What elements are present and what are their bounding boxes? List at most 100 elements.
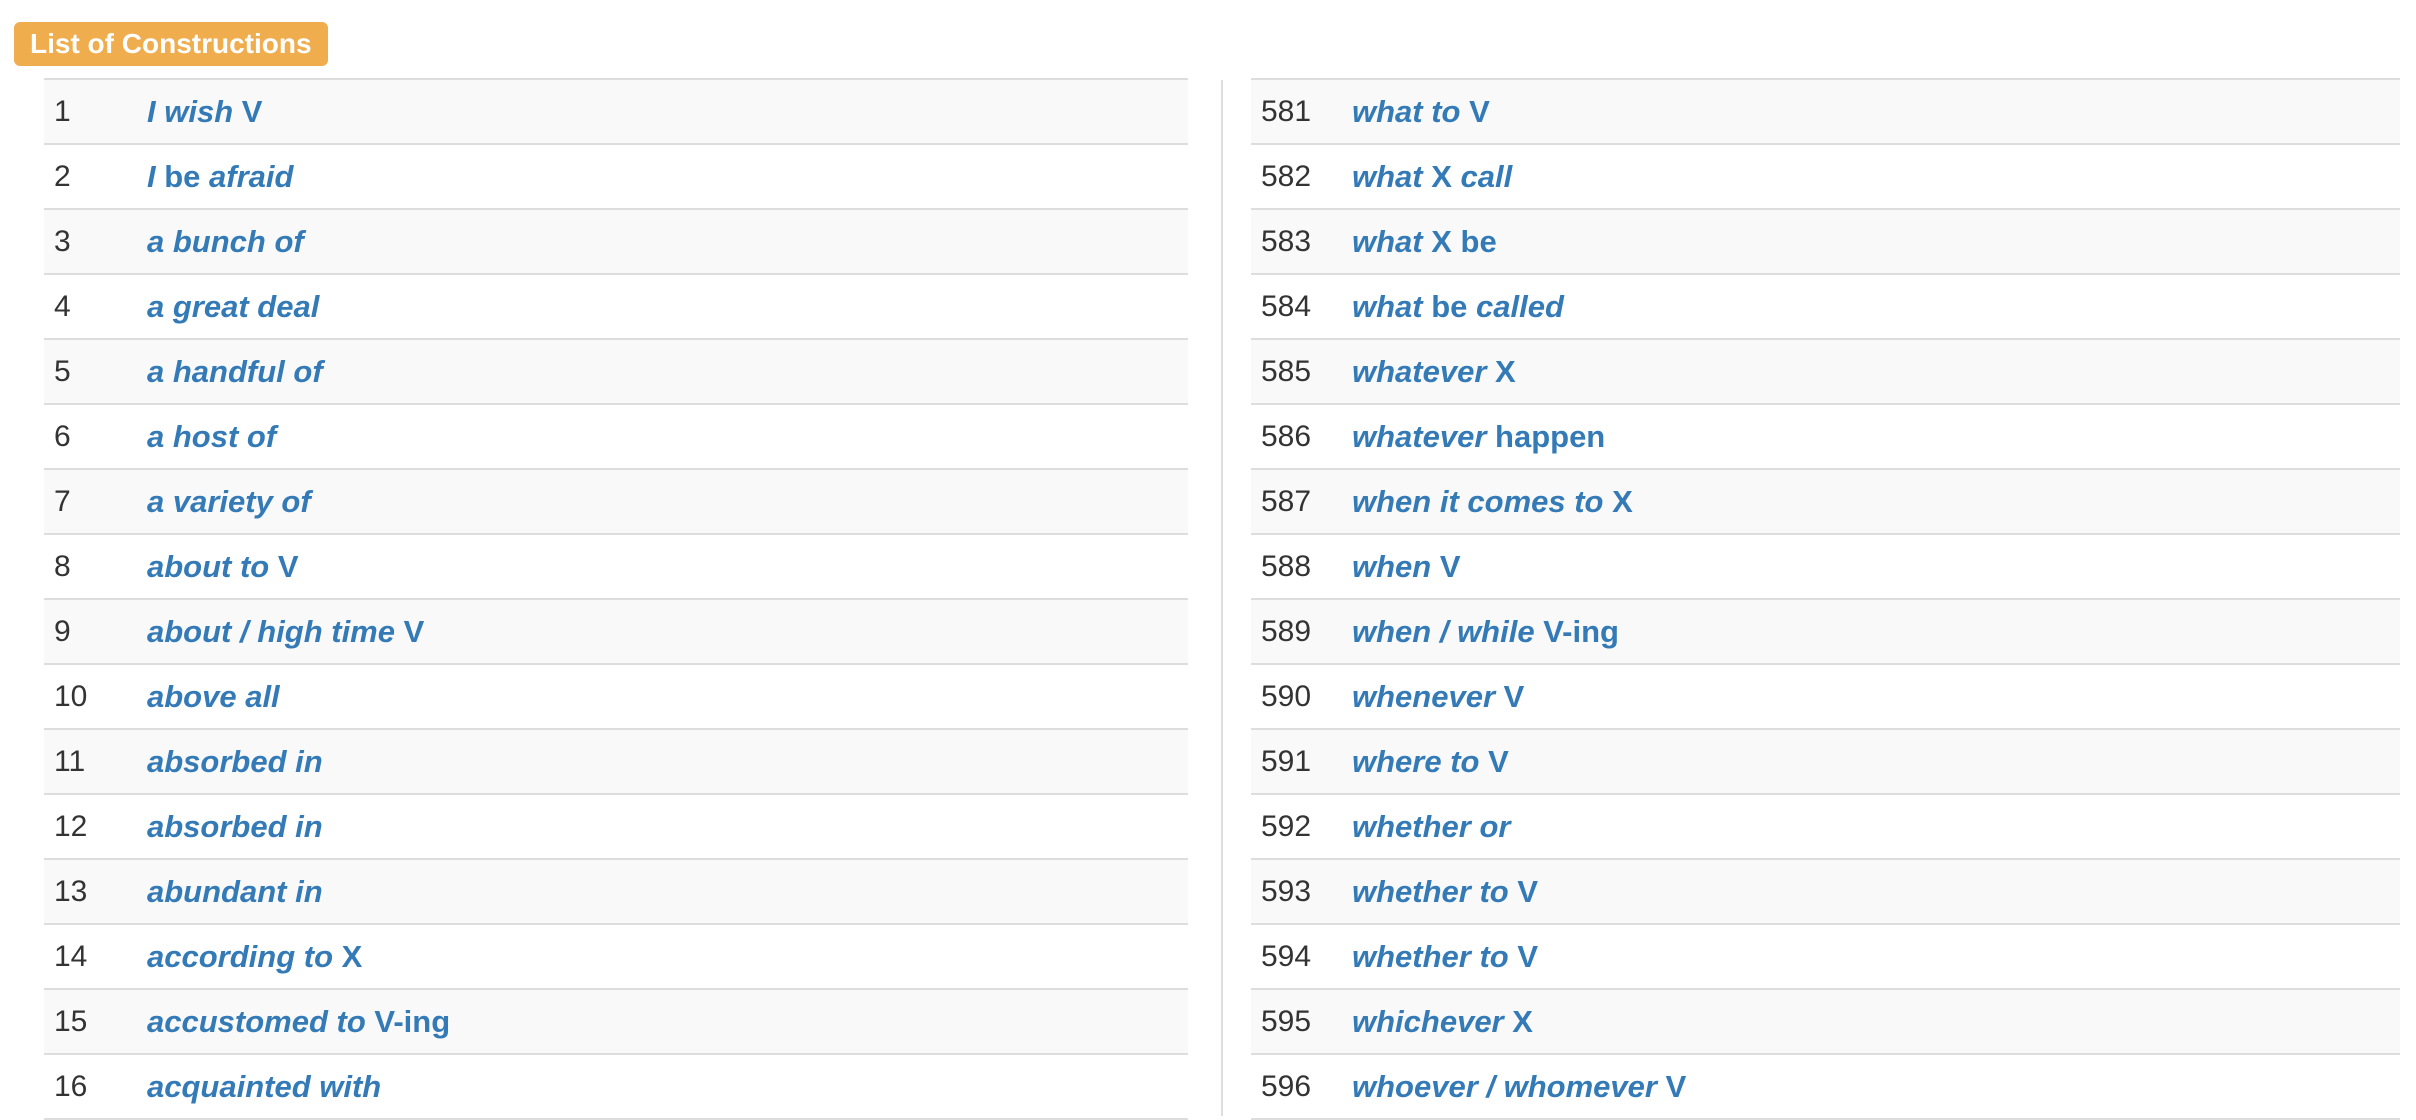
table-row: 591 where to V: [1251, 728, 2400, 793]
row-number: 585: [1261, 354, 1312, 388]
construction-part: V-ing: [365, 1003, 451, 1039]
row-number: 13: [54, 874, 88, 908]
row-number: 5: [54, 354, 71, 388]
construction-link[interactable]: I be afraid: [147, 159, 293, 195]
construction-link[interactable]: a handful of: [147, 354, 323, 390]
construction-link[interactable]: whether to V: [1352, 939, 1538, 975]
table-row: 15 accustomed to V-ing: [44, 988, 1188, 1053]
construction-part: a host of: [147, 418, 277, 454]
construction-part: V-ing: [1534, 613, 1619, 649]
table-row: 4 a great deal: [44, 273, 1188, 338]
construction-part: afraid: [209, 158, 294, 194]
construction-link[interactable]: whichever X: [1352, 1004, 1533, 1040]
construction-link[interactable]: about to V: [147, 549, 299, 585]
construction-part: X: [1422, 158, 1461, 194]
row-number: 10: [54, 679, 88, 713]
construction-link[interactable]: abundant in: [147, 874, 323, 910]
construction-link[interactable]: absorbed in: [147, 809, 323, 845]
row-number: 595: [1261, 1004, 1312, 1038]
row-number: 14: [54, 939, 88, 973]
table-row: 3 a bunch of: [44, 208, 1188, 273]
table-row: 582 what X call: [1251, 143, 2400, 208]
row-number: 592: [1261, 809, 1312, 843]
construction-part: I wish: [147, 93, 234, 129]
table-row: 6 a host of: [44, 403, 1188, 468]
row-number: 9: [54, 614, 71, 648]
construction-part: absorbed in: [147, 808, 323, 844]
construction-part: abundant in: [147, 873, 323, 909]
construction-link[interactable]: what to V: [1352, 94, 1490, 130]
construction-link[interactable]: whatever X: [1352, 354, 1516, 390]
construction-link[interactable]: whenever V: [1352, 679, 1524, 715]
construction-part: V: [395, 613, 425, 649]
construction-part: what: [1352, 158, 1423, 194]
construction-part: V: [1508, 873, 1539, 909]
construction-link[interactable]: a bunch of: [147, 224, 304, 260]
construction-link[interactable]: above all: [147, 679, 280, 715]
construction-link[interactable]: absorbed in: [147, 744, 323, 780]
construction-part: X be: [1422, 223, 1497, 259]
table-row: 9 about / high time V: [44, 598, 1188, 663]
list-title-badge: List of Constructions: [14, 22, 328, 66]
construction-part: called: [1476, 288, 1564, 324]
construction-link[interactable]: acquainted with: [147, 1069, 381, 1105]
construction-part: whether or: [1352, 808, 1511, 844]
row-number: 588: [1261, 549, 1312, 583]
construction-link[interactable]: whether or: [1352, 809, 1510, 845]
construction-part: X: [1486, 353, 1516, 389]
row-number: 583: [1261, 224, 1312, 258]
construction-link[interactable]: when V: [1352, 549, 1461, 585]
construction-part: V: [1460, 93, 1490, 129]
construction-link[interactable]: where to V: [1352, 744, 1509, 780]
construction-part: when / while: [1352, 613, 1535, 649]
constructions-list-right: 581 what to V 582 what X call 583 what X be 58…: [1251, 78, 2400, 1120]
construction-part: V: [1495, 678, 1525, 714]
construction-link[interactable]: about / high time V: [147, 614, 424, 650]
construction-part: whoever / whomever: [1352, 1068, 1657, 1104]
construction-link[interactable]: a host of: [147, 419, 276, 455]
construction-link[interactable]: whether to V: [1352, 874, 1538, 910]
row-number: 7: [54, 484, 71, 518]
table-row: 584 what be called: [1251, 273, 2400, 338]
construction-link[interactable]: a great deal: [147, 289, 319, 325]
table-row: 595 whichever X: [1251, 988, 2400, 1053]
construction-part: a handful of: [147, 353, 323, 389]
construction-link[interactable]: what X be: [1352, 224, 1497, 260]
construction-link[interactable]: I wish V: [147, 94, 262, 130]
row-number: 584: [1261, 289, 1312, 323]
row-number: 590: [1261, 679, 1312, 713]
construction-part: a variety of: [147, 483, 311, 519]
construction-link[interactable]: what X call: [1352, 159, 1512, 195]
construction-part: about to: [147, 548, 270, 584]
construction-link[interactable]: when / while V-ing: [1352, 614, 1619, 650]
column-divider: [1221, 80, 1223, 1116]
row-number: 4: [54, 289, 71, 323]
row-number: 587: [1261, 484, 1312, 518]
construction-part: V: [269, 548, 299, 584]
table-row: 1 I wish V: [44, 78, 1188, 143]
row-number: 596: [1261, 1069, 1312, 1103]
table-row: 10 above all: [44, 663, 1188, 728]
construction-part: above all: [147, 678, 280, 714]
construction-link[interactable]: what be called: [1352, 289, 1564, 325]
table-row: 593 whether to V: [1251, 858, 2400, 923]
construction-link[interactable]: when it comes to X: [1352, 484, 1633, 520]
construction-link[interactable]: whoever / whomever V: [1352, 1069, 1686, 1105]
table-row: 585 whatever X: [1251, 338, 2400, 403]
construction-part: I: [147, 158, 156, 194]
table-row: 7 a variety of: [44, 468, 1188, 533]
construction-link[interactable]: accustomed to V-ing: [147, 1004, 450, 1040]
construction-part: a great deal: [147, 288, 320, 324]
construction-part: V: [1479, 743, 1509, 779]
row-number: 3: [54, 224, 71, 258]
construction-part: what: [1352, 223, 1423, 259]
construction-link[interactable]: a variety of: [147, 484, 311, 520]
construction-part: happen: [1486, 418, 1606, 454]
construction-part: X: [1603, 483, 1633, 519]
table-row: 581 what to V: [1251, 78, 2400, 143]
row-number: 1: [54, 94, 71, 128]
construction-part: V: [1508, 938, 1539, 974]
construction-link[interactable]: according to X: [147, 939, 362, 975]
construction-link[interactable]: whatever happen: [1352, 419, 1605, 455]
row-number: 589: [1261, 614, 1312, 648]
